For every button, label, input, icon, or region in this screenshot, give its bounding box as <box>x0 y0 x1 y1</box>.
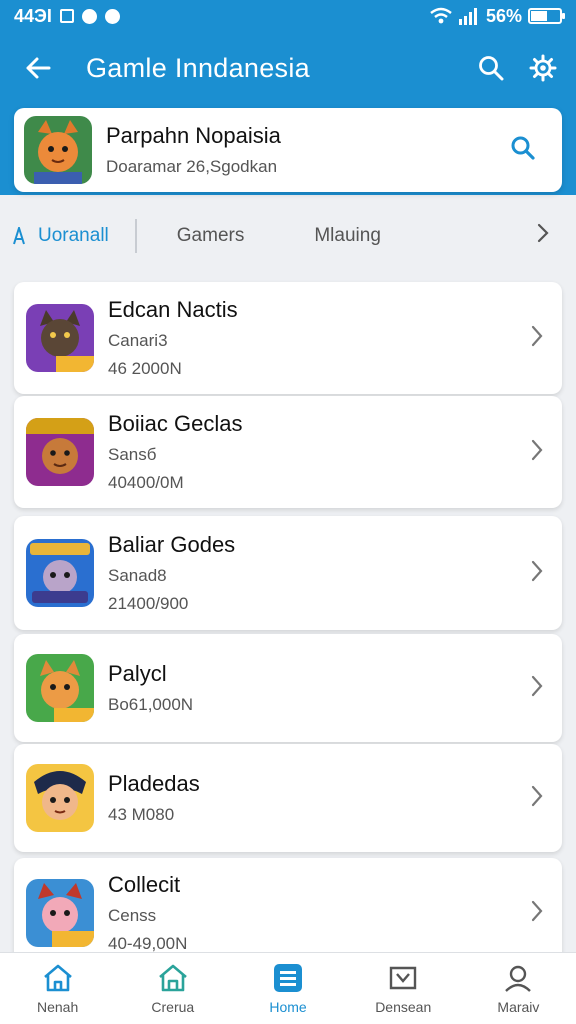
chevron-right-icon <box>537 223 549 243</box>
game-downloads: Bo61,000N <box>108 695 194 714</box>
menu-icon <box>274 963 302 992</box>
featured-title: Parpahn Nopaisia <box>106 123 281 148</box>
signal-icon <box>458 8 477 25</box>
game-downloads: 43 M080 <box>108 805 175 824</box>
status-bar: 44ЭI 56% <box>0 0 576 32</box>
nav-label: Crerua <box>151 998 195 1015</box>
list-item[interactable]: Boiiac Geclas Sansб 40400/0M <box>14 396 562 508</box>
app-title: Gamle Inndanesia <box>86 52 310 83</box>
battery-icon <box>528 8 565 24</box>
game-category: Censs <box>108 906 157 925</box>
chevron-right-icon <box>530 784 544 813</box>
gear-icon <box>529 54 557 82</box>
chevron-right-icon <box>530 674 544 703</box>
category-tabs: Uoranall Gamers Mlauing <box>0 212 576 260</box>
game-category: Sanad8 <box>108 566 167 585</box>
game-icon <box>26 539 94 607</box>
featured-subtitle: Doaramar 26,Sgodkan <box>106 157 278 176</box>
list-item[interactable]: Edcan Nactis Canari3 46 2000N <box>14 282 562 394</box>
sync-icon <box>81 8 97 24</box>
game-icon <box>26 304 94 372</box>
tabs-more-button[interactable] <box>536 222 550 250</box>
wifi-icon <box>430 7 452 24</box>
nav-label: Densean <box>375 998 432 1015</box>
game-title: Baliar Godes <box>108 532 236 557</box>
game-title: Edcan Nactis <box>108 297 238 322</box>
game-title: Palycl <box>108 661 167 686</box>
game-title: Collecit <box>108 872 181 897</box>
game-icon <box>26 879 94 947</box>
game-icon <box>26 764 94 832</box>
chevron-right-icon <box>530 324 544 353</box>
nav-item-home[interactable]: Home <box>230 953 345 1024</box>
game-title: Pladedas <box>108 771 200 796</box>
tab-label: Uoranall <box>38 225 109 246</box>
nav-item-nenah[interactable]: Nenah <box>0 953 115 1024</box>
home-icon <box>43 964 72 991</box>
game-downloads: 40-49,00N <box>108 934 188 953</box>
game-downloads: 40400/0M <box>108 473 184 492</box>
messenger-icon <box>104 8 120 24</box>
notification-icon <box>59 9 74 23</box>
game-downloads: 46 2000N <box>108 359 182 378</box>
tab-overall[interactable]: Uoranall <box>12 225 109 247</box>
game-title: Boiiac Geclas <box>108 411 243 436</box>
arrow-left-icon <box>26 57 51 79</box>
nav-item-maraiv[interactable]: Maraiv <box>461 953 576 1024</box>
nav-label: Nenah <box>36 998 79 1015</box>
featured-card[interactable]: Parpahn Nopaisia Doaramar 26,Sgodkan <box>14 108 562 192</box>
list-item[interactable]: Palycl Bo61,000N <box>14 634 562 742</box>
nav-label: Home <box>269 998 307 1015</box>
list-item[interactable]: Baliar Godes Sanad8 21400/900 <box>14 516 562 630</box>
tab-games[interactable]: Gamers <box>177 225 245 247</box>
game-icon <box>26 418 94 486</box>
search-icon <box>479 56 504 81</box>
battery-level <box>531 11 547 21</box>
tab-divider <box>134 219 137 253</box>
nav-label: Maraiv <box>497 998 540 1015</box>
back-button[interactable] <box>18 48 58 88</box>
featured-search-button[interactable] <box>510 135 536 166</box>
game-category: Sansб <box>108 445 157 464</box>
chevron-right-icon <box>530 899 544 928</box>
bottom-navigation: Nenah Crerua Home Densean Maraiv <box>0 952 576 1024</box>
store-icon <box>158 964 187 991</box>
profile-icon <box>505 965 532 992</box>
chevron-right-icon <box>530 438 544 467</box>
featured-game-icon <box>24 116 92 184</box>
list-item[interactable]: Pladedas 43 M080 <box>14 744 562 852</box>
toolbar: Gamle Inndanesia <box>0 36 576 100</box>
search-button[interactable] <box>476 53 506 83</box>
settings-button[interactable] <box>528 53 558 83</box>
battery-percent: 56% <box>485 5 522 26</box>
status-time: 44ЭI <box>14 5 52 26</box>
triangle-icon <box>13 227 25 245</box>
tab-playing[interactable]: Mlauing <box>314 225 381 247</box>
game-downloads: 21400/900 <box>108 594 189 613</box>
search-icon <box>511 136 535 160</box>
chevron-right-icon <box>530 559 544 588</box>
game-icon <box>26 654 94 722</box>
download-icon <box>390 966 417 989</box>
game-category: Canari3 <box>108 331 168 350</box>
nav-item-densean[interactable]: Densean <box>346 953 461 1024</box>
nav-item-crerua[interactable]: Crerua <box>115 953 230 1024</box>
